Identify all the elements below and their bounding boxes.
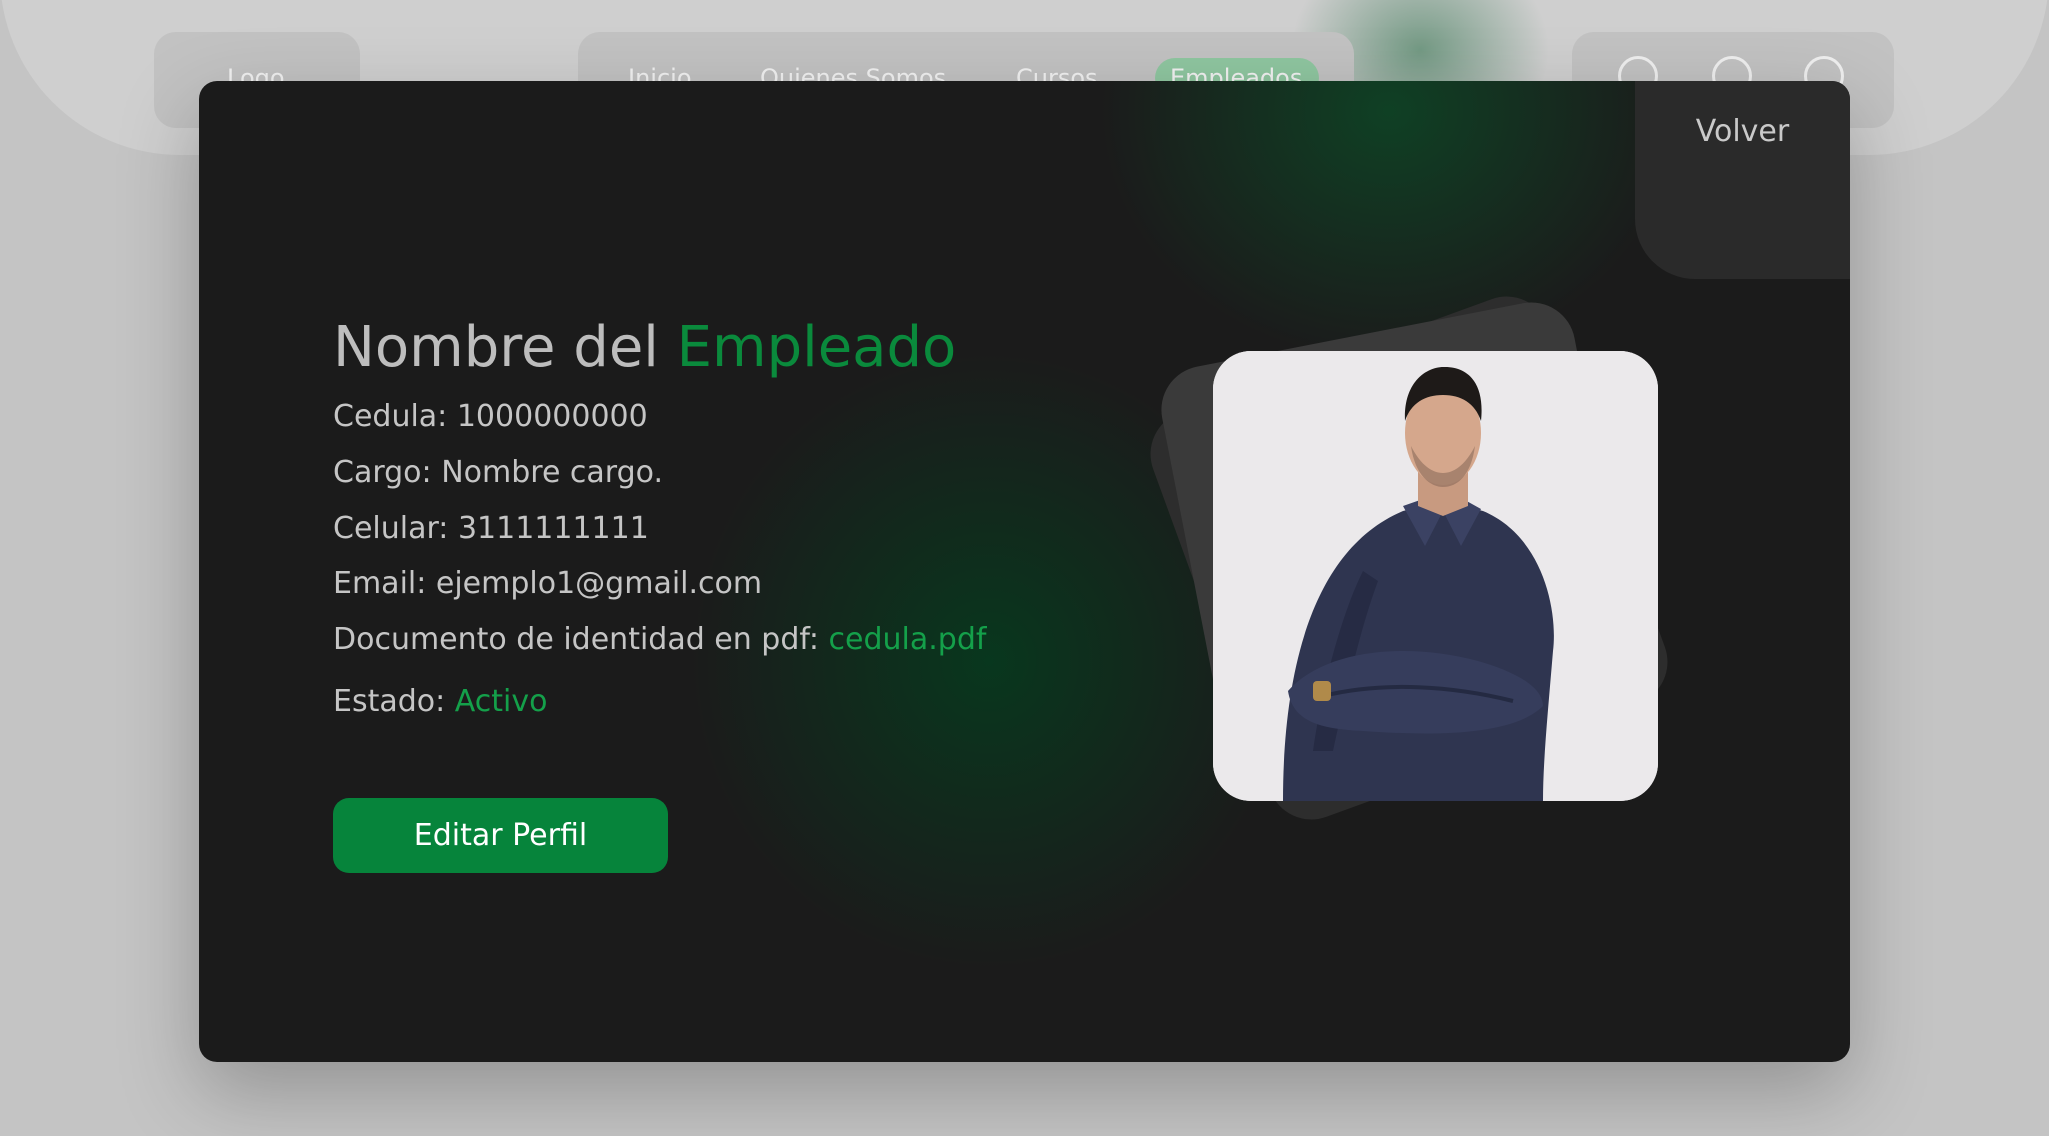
email-value: ejemplo1@gmail.com [435,566,763,601]
estado-row: Estado: Activo [333,684,548,719]
documento-link[interactable]: cedula.pdf [829,622,987,657]
employee-photo [1213,351,1658,801]
email-row: Email: ejemplo1@gmail.com [333,566,762,601]
page-title: Nombre del Empleado [333,315,956,380]
modal-glow-top [1089,81,1689,371]
cargo-label: Cargo: [333,455,432,490]
back-button[interactable]: Volver [1635,81,1850,181]
cedula-value: 1000000000 [456,399,648,434]
title-prefix: Nombre del [333,314,659,380]
employee-detail-modal: Volver Nombre del Empleado Cedula: 10000… [199,81,1850,1062]
cargo-value: Nombre cargo. [441,455,664,490]
employee-photo-illustration [1213,351,1658,801]
cedula-label: Cedula: [333,399,448,434]
cedula-row: Cedula: 1000000000 [333,399,648,434]
estado-label: Estado: [333,684,446,719]
documento-row: Documento de identidad en pdf: cedula.pd… [333,622,986,657]
documento-label: Documento de identidad en pdf: [333,622,819,657]
edit-profile-button[interactable]: Editar Perfil [333,798,668,873]
email-label: Email: [333,566,427,601]
cargo-row: Cargo: Nombre cargo. [333,455,663,490]
celular-value: 3111111111 [457,511,649,546]
celular-label: Celular: [333,511,449,546]
title-accent: Empleado [676,314,957,380]
celular-row: Celular: 3111111111 [333,511,649,546]
estado-badge: Activo [454,684,548,719]
